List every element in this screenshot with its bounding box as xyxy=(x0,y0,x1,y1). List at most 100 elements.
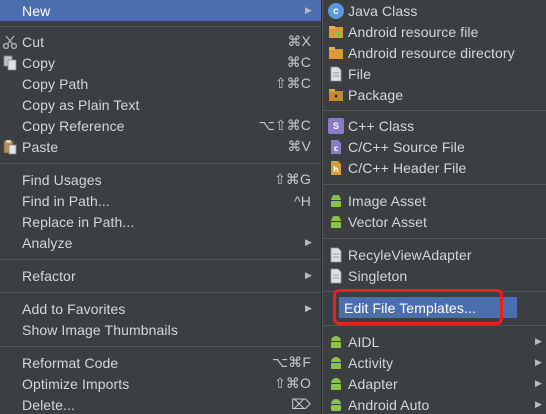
menu-separator xyxy=(323,291,546,292)
menu-item-label: Delete... xyxy=(22,396,76,413)
android-icon xyxy=(331,399,341,411)
menu-item-label: Copy as Plain Text xyxy=(22,96,140,113)
submenu-item-java-class[interactable]: c Java Class xyxy=(323,0,546,21)
android-icon xyxy=(331,357,341,369)
menu-item-label: Refactor xyxy=(22,267,76,284)
submenu-item-label: RecyleViewAdapter xyxy=(348,246,472,263)
new-submenu: c Java Class Android resource file Andro… xyxy=(322,0,546,414)
submenu-item-android-resource-file[interactable]: Android resource file xyxy=(323,21,546,42)
submenu-item-label: Android Auto xyxy=(348,396,430,413)
menu-item-label: Analyze xyxy=(22,234,73,251)
submenu-item-file[interactable]: File xyxy=(323,63,546,84)
menu-item-label: Copy xyxy=(22,54,56,71)
menu-item-shortcut: ^H xyxy=(294,192,311,209)
submenu-arrow-icon: ▶ xyxy=(534,336,542,346)
menu-item-label: Cut xyxy=(22,33,45,50)
menu-separator xyxy=(323,110,546,111)
menu-item-shortcut: ⇧⌘G xyxy=(274,171,311,187)
submenu-item-label: C/C++ Source File xyxy=(348,138,465,155)
submenu-item-cpp-header-file[interactable]: h C/C++ Header File xyxy=(323,157,546,178)
submenu-item-label: Singleton xyxy=(348,267,408,284)
menu-item-label: Find in Path... xyxy=(22,192,110,209)
menu-item-shortcut: ⌘X xyxy=(287,33,311,49)
menu-item-delete[interactable]: Delete... ⌦ xyxy=(0,394,321,414)
submenu-item-adapter[interactable]: Adapter ▶ xyxy=(323,373,546,394)
menu-item-copy-reference[interactable]: Copy Reference ⌥⇧⌘C xyxy=(0,115,321,136)
submenu-item-activity[interactable]: Activity ▶ xyxy=(323,352,546,373)
template-file-icon xyxy=(330,247,342,263)
menu-item-shortcut: ⌘C xyxy=(286,54,311,70)
folder-icon xyxy=(329,47,343,59)
submenu-item-aidl[interactable]: AIDL ▶ xyxy=(323,331,546,352)
menu-item-label: Find Usages xyxy=(22,171,102,188)
submenu-item-android-auto[interactable]: Android Auto ▶ xyxy=(323,394,546,414)
submenu-arrow-icon: ▶ xyxy=(304,270,312,280)
menu-item-replace-in-path[interactable]: Replace in Path... xyxy=(0,211,321,232)
menu-item-label: Add to Favorites xyxy=(22,300,126,317)
menu-separator xyxy=(323,325,546,326)
submenu-arrow-icon: ▶ xyxy=(304,5,312,15)
menu-item-cut[interactable]: Cut ⌘X xyxy=(0,31,321,52)
submenu-arrow-icon: ▶ xyxy=(304,303,312,313)
submenu-item-label: Image Asset xyxy=(348,192,427,209)
menu-item-shortcut: ⌘V xyxy=(287,138,311,154)
menu-item-add-to-favorites[interactable]: Add to Favorites ▶ xyxy=(0,298,321,319)
submenu-item-package[interactable]: Package xyxy=(323,84,546,105)
submenu-item-label: Package xyxy=(348,86,404,103)
project-context-menu: New ▶ Cut ⌘X Copy ⌘C Copy Path ⇧⌘C Copy … xyxy=(0,0,322,414)
menu-item-label: New xyxy=(22,2,51,19)
submenu-item-label: Vector Asset xyxy=(348,213,428,230)
menu-item-optimize-imports[interactable]: Optimize Imports ⇧⌘O xyxy=(0,373,321,394)
menu-separator xyxy=(0,26,321,27)
menu-item-shortcut: ⌥⌘F xyxy=(272,354,311,370)
menu-item-label: Paste xyxy=(22,138,59,155)
submenu-item-vector-asset[interactable]: Vector Asset xyxy=(323,211,546,232)
paste-icon xyxy=(3,140,17,155)
menu-item-shortcut: ⇧⌘O xyxy=(274,375,311,391)
menu-item-copy-path[interactable]: Copy Path ⇧⌘C xyxy=(0,73,321,94)
submenu-item-cpp-source-file[interactable]: c C/C++ Source File xyxy=(323,136,546,157)
submenu-item-label: File xyxy=(348,65,371,82)
menu-item-shortcut: ⌦ xyxy=(291,396,311,412)
submenu-item-cpp-class[interactable]: S C++ Class xyxy=(323,115,546,136)
menu-item-shortcut: ⌥⇧⌘C xyxy=(258,117,311,133)
submenu-item-label: Android resource file xyxy=(348,23,479,40)
template-file-icon xyxy=(330,268,342,284)
file-icon xyxy=(330,66,342,82)
cpp-class-icon: S xyxy=(328,118,344,134)
submenu-item-label: Android resource directory xyxy=(348,44,515,61)
menu-item-find-in-path[interactable]: Find in Path... ^H xyxy=(0,190,321,211)
submenu-arrow-icon: ▶ xyxy=(534,378,542,388)
menu-item-find-usages[interactable]: Find Usages ⇧⌘G xyxy=(0,169,321,190)
menu-separator xyxy=(323,238,546,239)
submenu-arrow-icon: ▶ xyxy=(534,399,542,409)
submenu-item-image-asset[interactable]: Image Asset xyxy=(323,190,546,211)
ide-screen: New ▶ Cut ⌘X Copy ⌘C Copy Path ⇧⌘C Copy … xyxy=(0,0,546,414)
menu-item-refactor[interactable]: Refactor ▶ xyxy=(0,265,321,286)
menu-item-reformat-code[interactable]: Reformat Code ⌥⌘F xyxy=(0,352,321,373)
menu-item-copy-as-plain-text[interactable]: Copy as Plain Text xyxy=(0,94,321,115)
submenu-item-recyleviewadapter[interactable]: RecyleViewAdapter xyxy=(323,244,546,265)
menu-item-new[interactable]: New ▶ xyxy=(0,0,321,21)
submenu-item-singleton[interactable]: Singleton xyxy=(323,265,546,286)
submenu-item-label: C++ Class xyxy=(348,117,415,134)
svg-text:c: c xyxy=(334,144,339,153)
cpp-source-icon: c xyxy=(331,140,341,154)
menu-item-shortcut: ⇧⌘C xyxy=(274,75,311,91)
submenu-item-label: AIDL xyxy=(348,333,380,350)
submenu-item-edit-file-templates[interactable]: Edit File Templates... xyxy=(339,297,517,318)
menu-item-analyze[interactable]: Analyze ▶ xyxy=(0,232,321,253)
menu-item-show-image-thumbnails[interactable]: Show Image Thumbnails xyxy=(0,319,321,340)
submenu-item-android-resource-directory[interactable]: Android resource directory xyxy=(323,42,546,63)
submenu-item-label: Adapter xyxy=(348,375,398,392)
java-class-icon: c xyxy=(328,3,344,19)
menu-item-label: Copy Reference xyxy=(22,117,125,134)
svg-text:h: h xyxy=(333,165,339,174)
menu-item-copy[interactable]: Copy ⌘C xyxy=(0,52,321,73)
submenu-item-label: Activity xyxy=(348,354,394,371)
menu-item-label: Copy Path xyxy=(22,75,89,92)
menu-item-label: Reformat Code xyxy=(22,354,119,371)
menu-item-paste[interactable]: Paste ⌘V xyxy=(0,136,321,157)
cpp-header-icon: h xyxy=(331,161,341,175)
submenu-item-label: Java Class xyxy=(348,2,418,19)
